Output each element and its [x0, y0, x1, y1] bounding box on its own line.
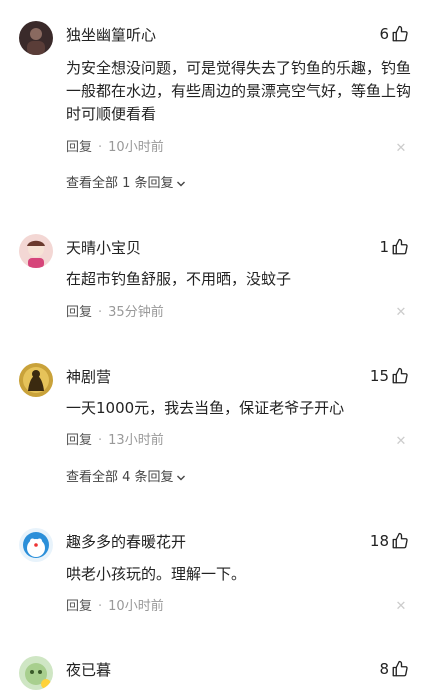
- like-count: 8: [379, 660, 389, 678]
- close-icon[interactable]: ✕: [395, 600, 407, 613]
- reply-button[interactable]: 回复: [66, 598, 92, 616]
- timestamp: 10小时前: [108, 599, 164, 614]
- reply-button[interactable]: 回复: [66, 139, 92, 157]
- avatar[interactable]: [19, 656, 53, 690]
- like-count: 18: [369, 532, 389, 550]
- timestamp: 10小时前: [108, 140, 164, 155]
- separator: ·: [98, 433, 103, 448]
- comment-meta: 回复 · 35分钟前: [66, 304, 164, 322]
- chevron-down-icon: [176, 181, 185, 187]
- avatar[interactable]: [19, 528, 53, 562]
- like-button[interactable]: 18: [370, 531, 409, 551]
- separator: ·: [98, 305, 103, 320]
- username[interactable]: 天晴小宝贝: [66, 238, 141, 258]
- username[interactable]: 趣多多的春暖花开: [66, 532, 186, 552]
- comment-text: 在超市钓鱼舒服，不用晒，没蚊子: [66, 270, 292, 288]
- avatar[interactable]: [19, 363, 53, 397]
- thumbs-up-icon: [392, 367, 408, 384]
- like-button[interactable]: 15: [370, 366, 409, 386]
- close-icon[interactable]: ✕: [395, 142, 407, 155]
- comment-meta: 回复 · 13小时前: [66, 432, 164, 450]
- like-button[interactable]: 8: [379, 659, 409, 679]
- like-count: 1: [379, 238, 389, 256]
- comment-text: 一天1000元，我去当鱼，保证老爷子开心: [66, 399, 345, 417]
- view-replies-label: 查看全部 1 条回复: [66, 176, 174, 191]
- comment-text: 为安全想没问题，可是觉得失去了钓鱼的乐趣，钓鱼一般都在水边，有些周边的景漂亮空气…: [66, 59, 412, 123]
- reply-button[interactable]: 回复: [66, 304, 92, 322]
- like-button[interactable]: 6: [379, 24, 409, 44]
- separator: ·: [98, 599, 103, 614]
- comment-text: 哄老小孩玩的。理解一下。: [66, 565, 247, 583]
- comment-meta: 回复 · 10小时前: [66, 598, 164, 616]
- view-replies-link[interactable]: 查看全部 1 条回复: [66, 175, 186, 193]
- thumbs-up-icon: [392, 532, 408, 549]
- timestamp: 13小时前: [108, 433, 164, 448]
- chevron-down-icon: [176, 475, 185, 481]
- view-replies-label: 查看全部 4 条回复: [66, 470, 174, 485]
- avatar[interactable]: [19, 21, 53, 55]
- like-button[interactable]: 1: [379, 237, 409, 257]
- close-icon[interactable]: ✕: [395, 435, 407, 448]
- separator: ·: [98, 140, 103, 155]
- comment-meta: 回复 · 10小时前: [66, 139, 164, 157]
- thumbs-up-icon: [392, 25, 408, 42]
- avatar[interactable]: [19, 234, 53, 268]
- like-count: 6: [379, 25, 389, 43]
- username[interactable]: 神剧营: [66, 367, 111, 387]
- thumbs-up-icon: [392, 238, 408, 255]
- thumbs-up-icon: [392, 660, 408, 677]
- reply-button[interactable]: 回复: [66, 432, 92, 450]
- timestamp: 35分钟前: [108, 305, 164, 320]
- username[interactable]: 夜已暮: [66, 660, 111, 680]
- like-count: 15: [369, 367, 389, 385]
- view-replies-link[interactable]: 查看全部 4 条回复: [66, 469, 186, 487]
- username[interactable]: 独坐幽篁听心: [66, 25, 156, 45]
- close-icon[interactable]: ✕: [395, 306, 407, 319]
